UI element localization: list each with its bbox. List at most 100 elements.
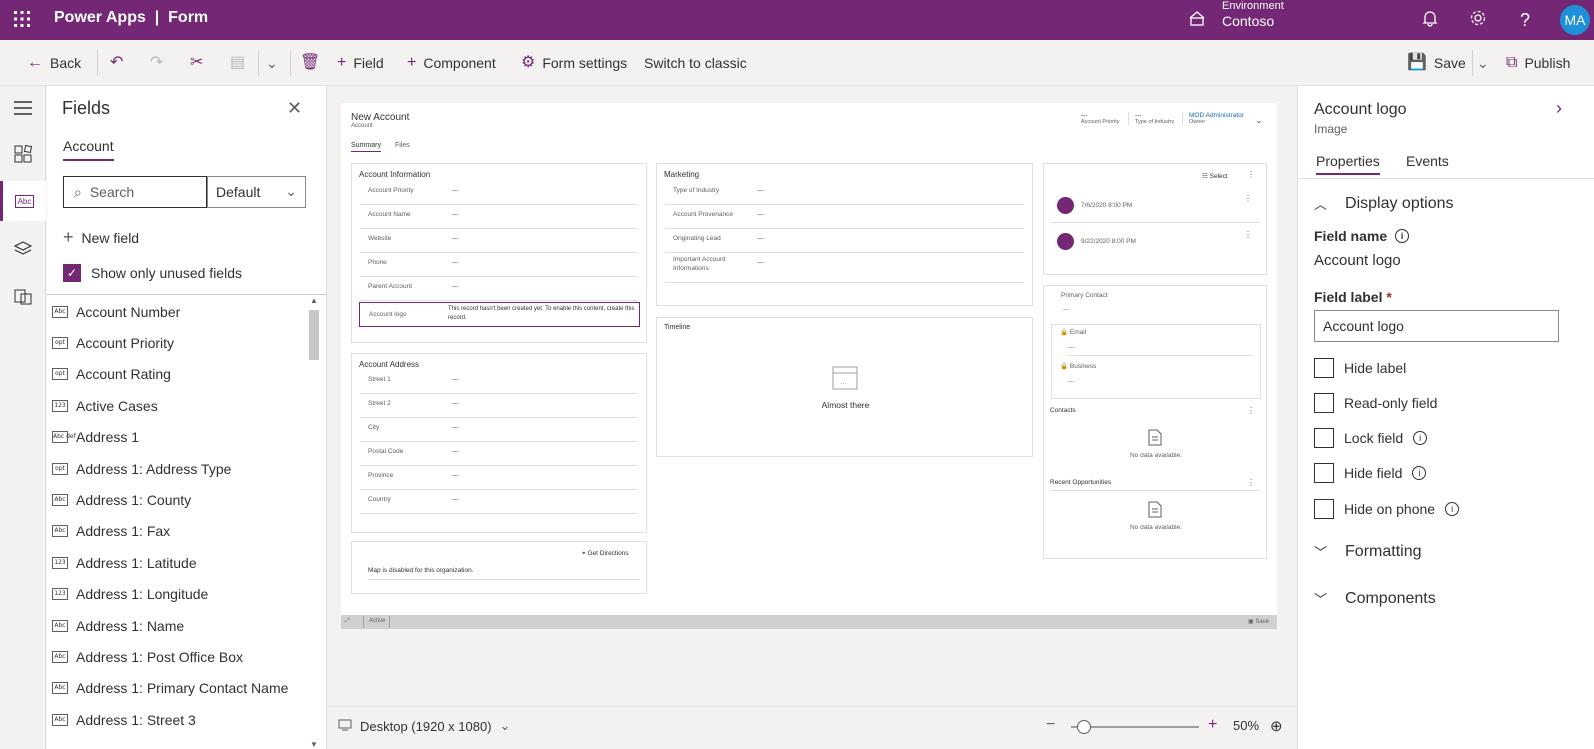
read-only-checkbox[interactable]: Read-only field [1314, 393, 1437, 413]
close-icon[interactable]: ✕ [287, 98, 302, 119]
more-options-icon[interactable]: ⋮ [1247, 478, 1255, 487]
form-field-row[interactable]: Parent Account --- [360, 277, 638, 301]
tree-view-icon[interactable] [0, 229, 46, 269]
fields-icon[interactable]: Abc [0, 181, 46, 221]
field-list-item[interactable]: opt Account Rating [47, 359, 309, 390]
get-directions-link[interactable]: ⌖ Get Directions [582, 550, 629, 558]
form-field-row[interactable]: Phone --- [360, 253, 638, 277]
form-field-row[interactable]: Postal Code --- [360, 442, 638, 466]
hide-field-checkbox[interactable]: Hide field i [1314, 463, 1427, 483]
app-launcher-icon[interactable] [12, 9, 32, 29]
help-icon[interactable]: ? [1514, 9, 1536, 31]
cut-button[interactable]: ✂ [190, 52, 203, 74]
field-list-item[interactable]: Abc Address 1: Street 3 [47, 704, 309, 735]
switch-classic-button[interactable]: Switch to classic [644, 52, 747, 74]
form-field-row[interactable]: Originating Lead --- [665, 229, 1024, 253]
tab-properties[interactable]: Properties [1316, 153, 1380, 175]
tab-files[interactable]: Files [395, 142, 410, 149]
info-icon[interactable]: i [1413, 431, 1428, 445]
field-filter-dropdown[interactable]: Default ⌄ [207, 176, 306, 208]
form-field-row[interactable]: Account Provenance --- [665, 205, 1024, 229]
primary-contact-value[interactable]: --- [1063, 306, 1070, 313]
form-field-row[interactable]: Account Priority --- [360, 181, 638, 205]
field-list-item[interactable]: Abc def Address 1 [47, 422, 309, 453]
header-field[interactable]: MOD Administrator Owner [1182, 112, 1244, 125]
save-button[interactable]: 💾 Save [1407, 52, 1466, 74]
components-icon[interactable] [0, 134, 46, 174]
form-field-row[interactable]: Important Account Informations --- [665, 253, 1024, 283]
form-field-row[interactable]: Account Name --- [360, 205, 638, 229]
zoom-slider-thumb[interactable] [1076, 720, 1091, 734]
field-list-item[interactable]: opt Account Priority [47, 327, 309, 358]
form-settings-button[interactable]: ⚙ Form settings [521, 52, 627, 74]
settings-gear-icon[interactable] [1467, 9, 1489, 31]
hide-on-phone-checkbox[interactable]: Hide on phone i [1314, 499, 1460, 519]
form-field-row[interactable]: Street 1 --- [360, 370, 638, 394]
search-input[interactable]: ⌕ Search [63, 176, 207, 208]
scrollbar-thumb[interactable] [309, 310, 319, 360]
form-field-row[interactable]: City --- [360, 418, 638, 442]
field-list-item[interactable]: Abc Account Number [47, 296, 309, 327]
undo-button[interactable]: ↶ [110, 52, 123, 74]
chevron-down-icon[interactable]: ⌄ [1255, 115, 1263, 126]
field-list-item[interactable]: opt Address 1: Address Type [47, 453, 309, 484]
delete-button[interactable]: 🗑 [300, 52, 320, 74]
form-field-row[interactable]: Type of Industry --- [665, 181, 1024, 205]
more-options-icon[interactable]: ⋮ [1244, 230, 1252, 239]
chevron-right-icon[interactable]: › [1556, 98, 1562, 119]
environment-name[interactable]: Contoso [1222, 13, 1274, 29]
more-options-icon[interactable]: ⋮ [1247, 170, 1255, 179]
zoom-out-button[interactable]: − [1046, 716, 1055, 734]
tab-summary[interactable]: Summary [351, 142, 381, 152]
scroll-up-icon[interactable]: ▲ [310, 296, 318, 305]
tab-account[interactable]: Account [63, 138, 114, 161]
select-button[interactable]: ☷ Select [1202, 172, 1228, 180]
more-options-icon[interactable]: ⋮ [1244, 194, 1252, 203]
add-component-button[interactable]: + Component [407, 52, 496, 74]
notifications-icon[interactable] [1419, 9, 1441, 31]
add-field-button[interactable]: + Field [337, 52, 384, 74]
tab-events[interactable]: Events [1406, 153, 1449, 169]
activity-item[interactable]: 9/22/2020 8:00 PM ⋮ [1050, 229, 1260, 259]
show-unused-checkbox[interactable]: ✓ Show only unused fields [63, 264, 242, 282]
form-libraries-icon[interactable] [0, 277, 46, 317]
zoom-slider[interactable] [1071, 720, 1199, 734]
more-options-icon[interactable]: ⋮ [1247, 406, 1255, 415]
expand-icon[interactable]: ⤢ [345, 618, 350, 625]
save-options-button[interactable]: ⌄ [1477, 52, 1489, 74]
form-field-row[interactable]: Province --- [360, 466, 638, 490]
field-list-item[interactable]: Abc Address 1: Fax [47, 516, 309, 547]
publish-button[interactable]: ⧉ Publish [1506, 52, 1570, 74]
new-field-button[interactable]: + New field [63, 227, 139, 248]
field-list-item[interactable]: Abc Address 1: Primary Contact Name [47, 673, 309, 704]
info-icon[interactable]: i [1412, 466, 1427, 480]
redo-button[interactable]: ↷ [150, 52, 163, 74]
lock-field-checkbox[interactable]: Lock field i [1314, 428, 1428, 448]
hamburger-menu-icon[interactable] [0, 88, 46, 128]
field-label-input[interactable]: Account logo [1314, 310, 1559, 342]
app-title[interactable]: Power Apps | Form [54, 9, 208, 27]
header-field[interactable]: --- Account Priority [1075, 112, 1120, 125]
info-icon[interactable]: i [1395, 229, 1410, 243]
field-list-item[interactable]: 123 Address 1: Longitude [47, 579, 309, 610]
form-field-row[interactable]: Street 2 --- [360, 394, 638, 418]
field-list-item[interactable]: Abc Address 1: County [47, 484, 309, 515]
more-chevron-button[interactable]: ⌄ [266, 52, 278, 74]
form-field-row[interactable]: Website --- [360, 229, 638, 253]
hide-label-checkbox[interactable]: Hide label [1314, 358, 1406, 378]
form-field-row[interactable]: Country --- [360, 490, 638, 514]
field-list-item[interactable]: 123 Active Cases [47, 390, 309, 421]
field-list-item[interactable]: Abc Address 1: Name [47, 610, 309, 641]
field-list-item[interactable]: 123 Address 1: Latitude [47, 547, 309, 578]
back-button[interactable]: ← Back [27, 52, 81, 74]
status-save[interactable]: ▣ Save [1248, 618, 1269, 625]
device-selector[interactable]: Desktop (1920 x 1080) ⌄ [338, 718, 510, 734]
display-options-header[interactable]: ︿ Display options [1314, 194, 1454, 213]
field-list-item[interactable]: Abc Address 1: Post Office Box [47, 641, 309, 672]
activity-item[interactable]: 7/6/2020 8:00 PM ⋮ [1050, 193, 1260, 223]
zoom-in-button[interactable]: + [1208, 716, 1217, 734]
user-avatar[interactable]: MA [1560, 5, 1590, 35]
info-icon[interactable]: i [1445, 502, 1460, 516]
scroll-down-icon[interactable]: ▼ [310, 740, 318, 749]
paste-button[interactable]: ▤ [230, 52, 245, 74]
